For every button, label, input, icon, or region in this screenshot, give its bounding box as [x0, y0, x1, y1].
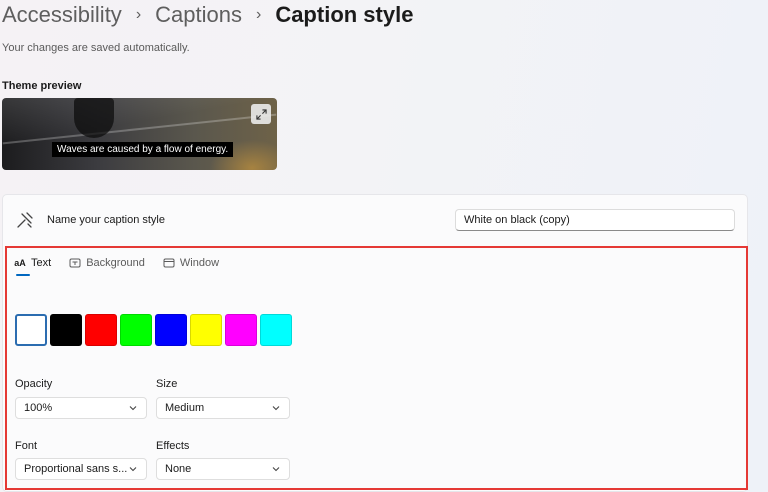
autosave-note: Your changes are saved automatically.	[2, 42, 190, 54]
opacity-value: 100%	[24, 402, 53, 414]
preview-caption: Waves are caused by a flow of energy.	[52, 142, 234, 157]
size-dropdown[interactable]: Medium	[156, 397, 290, 419]
color-swatch-green[interactable]	[120, 314, 152, 346]
breadcrumb-separator: ›	[255, 6, 262, 23]
edit-style-icon	[17, 212, 33, 228]
text-size-icon: aA	[14, 258, 26, 268]
name-style-row: Name your caption style	[3, 195, 747, 245]
chevron-down-icon	[129, 406, 137, 411]
chevron-down-icon	[272, 406, 280, 411]
size-label: Size	[156, 378, 178, 390]
opacity-dropdown[interactable]: 100%	[15, 397, 147, 419]
chevron-down-icon	[129, 467, 137, 472]
color-swatch-black[interactable]	[50, 314, 82, 346]
breadcrumb: Accessibility › Captions › Caption style	[2, 0, 413, 30]
font-value: Proportional sans s...	[24, 463, 128, 475]
color-swatch-cyan[interactable]	[260, 314, 292, 346]
style-tabs: aA Text Background Window	[14, 257, 219, 276]
font-dropdown[interactable]: Proportional sans s...	[15, 458, 147, 480]
expand-preview-button[interactable]	[251, 104, 271, 124]
preview-figure-decoration	[74, 98, 114, 138]
color-swatch-blue[interactable]	[155, 314, 187, 346]
effects-dropdown[interactable]: None	[156, 458, 290, 480]
breadcrumb-accessibility[interactable]: Accessibility	[2, 2, 122, 28]
color-swatch-red[interactable]	[85, 314, 117, 346]
expand-icon	[255, 108, 267, 120]
tab-text[interactable]: aA Text	[14, 257, 52, 276]
chevron-down-icon	[272, 467, 280, 472]
font-label: Font	[15, 440, 38, 452]
tab-label: Text	[31, 257, 52, 269]
preview-rail-decoration	[2, 113, 277, 145]
background-icon	[69, 258, 81, 268]
theme-preview-label: Theme preview	[2, 80, 82, 92]
breadcrumb-separator: ›	[135, 6, 142, 23]
color-swatch-magenta[interactable]	[225, 314, 257, 346]
tab-window[interactable]: Window	[163, 257, 219, 273]
theme-preview-image: Waves are caused by a flow of energy.	[2, 98, 277, 170]
effects-label: Effects	[156, 440, 190, 452]
page-title: Caption style	[275, 2, 414, 27]
size-value: Medium	[165, 402, 205, 414]
breadcrumb-captions[interactable]: Captions	[155, 2, 242, 28]
tab-background[interactable]: Background	[69, 257, 145, 273]
opacity-label: Opacity	[15, 378, 53, 390]
text-color-swatches	[15, 314, 292, 346]
style-name-input[interactable]	[455, 209, 735, 231]
name-style-label: Name your caption style	[47, 214, 165, 226]
window-icon	[163, 258, 175, 268]
tab-label: Window	[179, 257, 220, 269]
color-swatch-yellow[interactable]	[190, 314, 222, 346]
tab-label: Background	[86, 257, 145, 269]
effects-value: None	[165, 463, 192, 475]
color-swatch-white[interactable]	[15, 314, 47, 346]
